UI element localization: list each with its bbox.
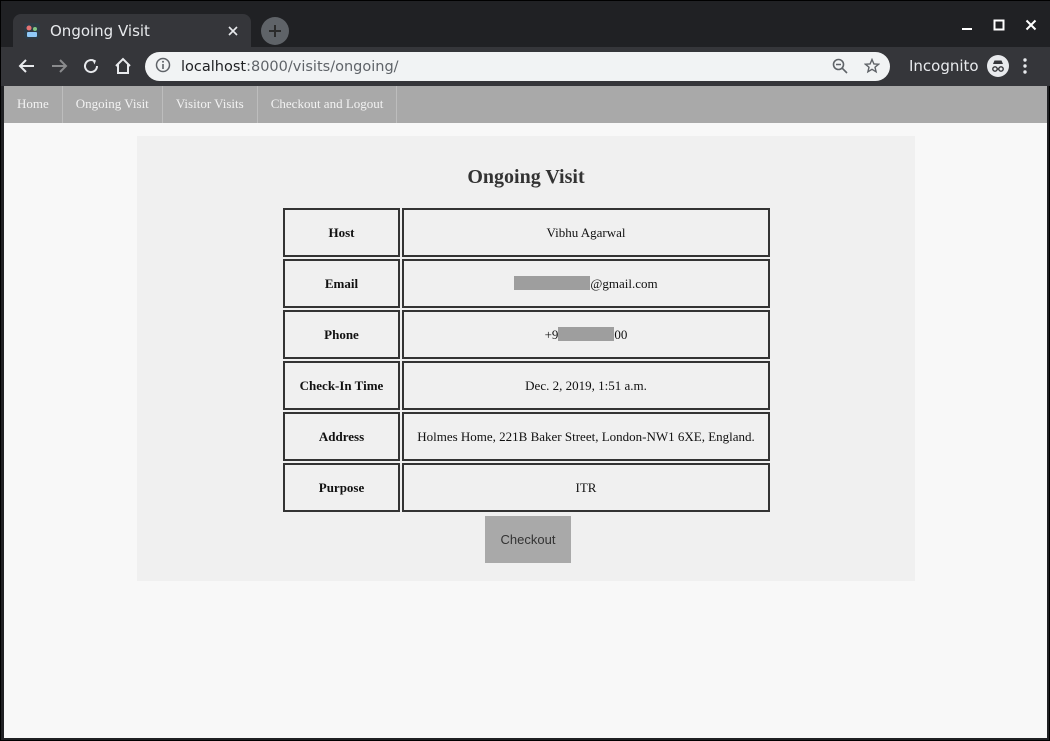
- phone-label: Phone: [283, 310, 400, 359]
- home-icon[interactable]: [110, 53, 136, 79]
- back-arrow-icon[interactable]: [14, 53, 40, 79]
- address-label: Address: [283, 412, 400, 461]
- redaction-block: [514, 275, 591, 290]
- window-close-icon[interactable]: [1019, 13, 1043, 37]
- nav-home[interactable]: Home: [4, 86, 63, 123]
- purpose-label: Purpose: [283, 463, 400, 512]
- url-host: localhost: [181, 58, 247, 75]
- nav-visitor-visits[interactable]: Visitor Visits: [163, 86, 258, 123]
- forward-arrow-icon[interactable]: [46, 53, 72, 79]
- new-tab-button[interactable]: [261, 17, 289, 45]
- site-nav: Home Ongoing Visit Visitor Visits Checko…: [4, 86, 1047, 123]
- kebab-menu-icon[interactable]: [1015, 55, 1035, 77]
- browser-window: Ongoing Visit localhost:8000/visits/ongo…: [0, 0, 1050, 741]
- table-row: Check-In Time Dec. 2, 2019, 1:51 a.m.: [283, 361, 770, 410]
- close-icon[interactable]: [225, 23, 241, 39]
- address-bar[interactable]: localhost:8000/visits/ongoing/: [145, 52, 890, 81]
- minimize-icon[interactable]: [955, 13, 979, 37]
- checkin-value: Dec. 2, 2019, 1:51 a.m.: [402, 361, 770, 410]
- redaction-block: [558, 326, 615, 341]
- info-icon[interactable]: [155, 57, 171, 77]
- plus-icon: [269, 25, 281, 37]
- star-icon[interactable]: [862, 56, 882, 76]
- nav-checkout-logout[interactable]: Checkout and Logout: [258, 86, 398, 123]
- url-path: :8000/visits/ongoing/: [246, 58, 399, 75]
- table-row: Phone +9 00: [283, 310, 770, 359]
- url-text: localhost:8000/visits/ongoing/: [181, 59, 399, 75]
- incognito-label: Incognito: [909, 57, 979, 75]
- tab-title: Ongoing Visit: [50, 21, 150, 40]
- browser-tab[interactable]: Ongoing Visit: [13, 14, 251, 47]
- maximize-icon[interactable]: [987, 13, 1011, 37]
- page-viewport: Home Ongoing Visit Visitor Visits Checko…: [4, 86, 1047, 738]
- app-favicon-icon: [23, 22, 41, 40]
- browser-toolbar: localhost:8000/visits/ongoing/ Incognito: [1, 47, 1050, 86]
- email-label: Email: [283, 259, 400, 308]
- visit-card: Ongoing Visit Host Vibhu Agarwal Email @…: [137, 136, 915, 581]
- checkout-button[interactable]: Checkout: [485, 516, 571, 563]
- host-label: Host: [283, 208, 400, 257]
- table-row: Host Vibhu Agarwal: [283, 208, 770, 257]
- table-row: Purpose ITR: [283, 463, 770, 512]
- phone-prefix: +9: [544, 326, 559, 342]
- host-value: Vibhu Agarwal: [402, 208, 770, 257]
- address-value: Holmes Home, 221B Baker Street, London-N…: [402, 412, 770, 461]
- phone-suffix: 00: [614, 326, 628, 342]
- visit-details-table: Host Vibhu Agarwal Email @gmail.com Phon…: [281, 206, 772, 514]
- incognito-indicator[interactable]: Incognito: [909, 55, 1009, 77]
- checkin-label: Check-In Time: [283, 361, 400, 410]
- table-row: Email @gmail.com: [283, 259, 770, 308]
- zoom-out-icon[interactable]: [830, 56, 850, 76]
- table-row: Address Holmes Home, 221B Baker Street, …: [283, 412, 770, 461]
- purpose-value: ITR: [402, 463, 770, 512]
- page-title: Ongoing Visit: [467, 166, 585, 188]
- phone-value: +9 00: [402, 310, 770, 359]
- email-value: @gmail.com: [402, 259, 770, 308]
- incognito-icon: [986, 55, 1009, 77]
- tab-strip: Ongoing Visit: [1, 1, 1050, 47]
- reload-icon[interactable]: [78, 53, 104, 79]
- email-suffix: @gmail.com: [590, 275, 658, 291]
- nav-ongoing-visit[interactable]: Ongoing Visit: [63, 86, 163, 123]
